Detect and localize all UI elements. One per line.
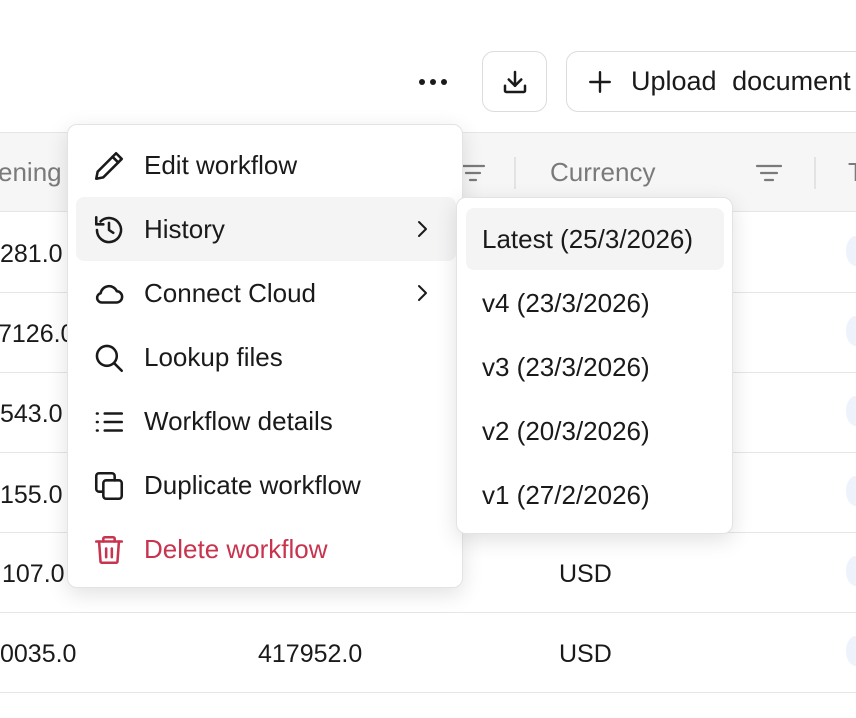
menu-item-label: Edit workflow bbox=[144, 149, 298, 180]
menu-item-edit-workflow[interactable]: Edit workflow bbox=[76, 133, 456, 197]
menu-item-connect-cloud[interactable]: Connect Cloud bbox=[76, 261, 456, 325]
row-avatar bbox=[846, 316, 856, 346]
menu-item-label: Delete workflow bbox=[144, 533, 328, 564]
column-header-opening[interactable]: ening bbox=[0, 157, 62, 188]
filter-icon[interactable] bbox=[755, 161, 783, 185]
row-avatar bbox=[846, 396, 856, 426]
more-horizontal-icon bbox=[419, 79, 447, 85]
menu-item-label: Lookup files bbox=[144, 341, 283, 372]
history-version-label: v1 (27/2/2026) bbox=[482, 479, 650, 510]
copy-icon bbox=[94, 471, 124, 501]
history-version-v3[interactable]: v3 (23/3/2026) bbox=[466, 336, 724, 398]
currency-cell: USD bbox=[559, 640, 612, 668]
trash-icon bbox=[94, 535, 124, 565]
row-avatar bbox=[846, 636, 856, 666]
history-version-v2[interactable]: v2 (20/3/2026) bbox=[466, 400, 724, 462]
workflow-context-menu: Edit workflow History Connect Cloud Look… bbox=[67, 124, 463, 588]
row-divider bbox=[0, 692, 856, 693]
download-icon bbox=[503, 70, 526, 93]
closing-cell: 417952.0 bbox=[258, 640, 363, 668]
history-version-v1[interactable]: v1 (27/2/2026) bbox=[466, 464, 724, 526]
plus-icon bbox=[589, 70, 611, 93]
menu-item-label: History bbox=[144, 213, 225, 244]
history-version-label: v3 (23/3/2026) bbox=[482, 351, 650, 382]
opening-cell: 543.0 bbox=[0, 400, 63, 428]
menu-item-label: Duplicate workflow bbox=[144, 469, 361, 500]
row-avatar bbox=[846, 556, 856, 586]
history-submenu: Latest (25/3/2026) v4 (23/3/2026) v3 (23… bbox=[456, 197, 733, 534]
opening-cell: 281.0 bbox=[0, 240, 63, 268]
chevron-right-icon bbox=[418, 221, 427, 237]
column-header-next[interactable]: T bbox=[848, 157, 856, 188]
history-version-latest[interactable]: Latest (25/3/2026) bbox=[466, 208, 724, 270]
history-version-v4[interactable]: v4 (23/3/2026) bbox=[466, 272, 724, 334]
opening-cell: 7126.0 bbox=[0, 320, 75, 348]
menu-item-delete-workflow[interactable]: Delete workflow bbox=[76, 517, 456, 581]
menu-item-label: Workflow details bbox=[144, 405, 333, 436]
menu-item-duplicate-workflow[interactable]: Duplicate workflow bbox=[76, 453, 456, 517]
opening-cell: 0035.0 bbox=[0, 640, 77, 668]
menu-item-label: Connect Cloud bbox=[144, 277, 316, 308]
history-version-label: v2 (20/3/2026) bbox=[482, 415, 650, 446]
currency-cell: USD bbox=[559, 560, 612, 588]
search-icon bbox=[95, 344, 124, 373]
column-separator[interactable] bbox=[814, 157, 816, 189]
menu-item-history[interactable]: History bbox=[76, 197, 456, 261]
menu-item-workflow-details[interactable]: Workflow details bbox=[76, 389, 456, 453]
opening-cell: 107.0 bbox=[2, 560, 65, 588]
cloud-icon bbox=[95, 284, 124, 304]
list-icon bbox=[95, 412, 124, 432]
history-version-label: Latest (25/3/2026) bbox=[482, 223, 694, 254]
pencil-icon bbox=[94, 151, 124, 181]
history-version-label: v4 (23/3/2026) bbox=[482, 287, 650, 318]
column-header-currency[interactable]: Currency bbox=[550, 157, 655, 188]
download-button[interactable] bbox=[482, 51, 547, 112]
column-separator[interactable] bbox=[514, 157, 516, 189]
menu-item-lookup-files[interactable]: Lookup files bbox=[76, 325, 456, 389]
row-avatar bbox=[846, 236, 856, 266]
history-icon bbox=[94, 215, 123, 244]
opening-cell: 155.0 bbox=[0, 481, 63, 509]
chevron-right-icon bbox=[418, 285, 427, 301]
more-options-button[interactable] bbox=[408, 58, 458, 106]
upload-document-label: Upload document bbox=[631, 66, 851, 96]
row-avatar bbox=[846, 476, 856, 506]
row-divider bbox=[0, 612, 856, 613]
upload-document-button[interactable]: Upload document bbox=[566, 51, 856, 112]
